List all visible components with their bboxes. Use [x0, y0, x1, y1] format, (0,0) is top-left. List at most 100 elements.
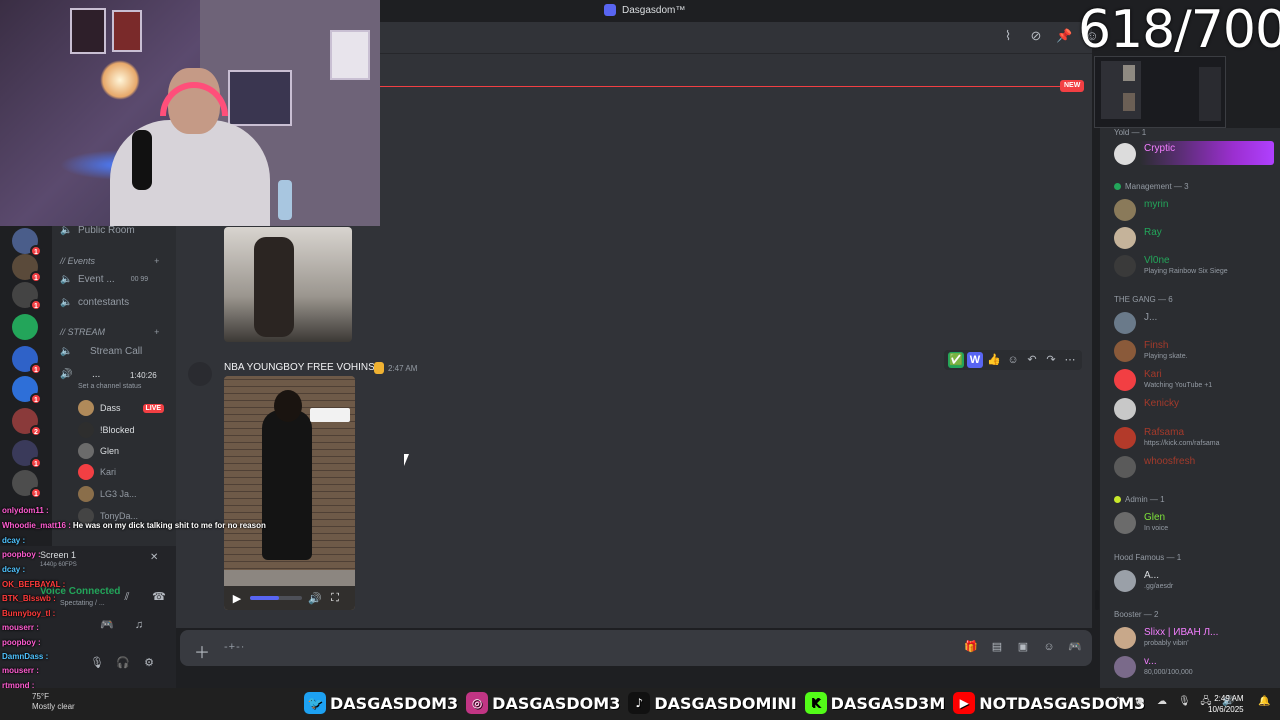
add-channel-icon[interactable]: +: [154, 327, 159, 337]
speaker-icon: 🔈: [60, 225, 73, 236]
server-icon[interactable]: [12, 314, 38, 340]
mic-tray-icon[interactable]: 🎙: [1178, 696, 1191, 708]
member-item[interactable]: v... 80,000/100,000: [1114, 656, 1193, 678]
noise-suppression-icon[interactable]: ⫽: [120, 590, 134, 604]
cloud-icon[interactable]: ☁: [1156, 696, 1168, 708]
message-author[interactable]: NBA YOUNGBOY FREE VOHINS: [224, 362, 375, 373]
notification-bell-icon[interactable]: 🔔: [1258, 696, 1270, 708]
apps-icon[interactable]: 🎮: [1068, 640, 1082, 654]
webcam-poster: [228, 70, 292, 126]
set-channel-status[interactable]: Set a channel status: [78, 383, 141, 390]
chevron-up-icon[interactable]: ⌃: [1112, 696, 1124, 708]
voice-user[interactable]: TonyDa...: [78, 508, 138, 524]
member-item[interactable]: Vl0ne Playing Rainbow Six Siege: [1114, 255, 1228, 277]
member-item[interactable]: Cryptic: [1114, 143, 1175, 165]
server-icon[interactable]: 1: [12, 254, 42, 283]
more-options-icon[interactable]: ⋯: [1062, 352, 1078, 368]
emoji-icon[interactable]: ☺: [1042, 640, 1056, 654]
previous-attachment-image[interactable]: [224, 227, 352, 342]
avatar[interactable]: [188, 362, 212, 386]
server-icon[interactable]: 1: [12, 440, 42, 469]
clock[interactable]: 2:49 AM 10/6/2025: [1208, 693, 1244, 715]
member-item[interactable]: A... .gg/aesdr: [1114, 570, 1173, 592]
group-label: Hood Famous — 1: [1114, 553, 1182, 562]
speaker-icon: 🔈: [60, 274, 73, 285]
composer-input[interactable]: -+-·: [224, 641, 245, 653]
member-item[interactable]: Kari Watching YouTube +1: [1114, 369, 1212, 391]
scrollbar[interactable]: [1095, 590, 1099, 610]
member-item[interactable]: Ray: [1114, 227, 1162, 249]
channel-public-room[interactable]: 🔈 Public Room: [60, 225, 135, 236]
member-item[interactable]: Finsh Playing skate.: [1114, 340, 1188, 362]
weather-widget[interactable]: 75°F Mostly clear: [32, 692, 75, 712]
voice-user[interactable]: Dass LIVE: [78, 400, 165, 416]
add-reaction-icon[interactable]: ☺: [1005, 352, 1021, 368]
mute-bell-icon[interactable]: ⊘: [1028, 28, 1044, 44]
reaction-w-button[interactable]: W: [967, 352, 983, 368]
video-attachment[interactable]: ▶ 🔊 ⛶: [224, 376, 355, 610]
voice-user[interactable]: !Blocked: [78, 422, 135, 438]
pin-icon[interactable]: 📌: [1056, 28, 1072, 44]
chrome-icon[interactable]: ◉: [1134, 696, 1146, 708]
threads-icon[interactable]: ⌇: [1000, 28, 1016, 44]
member-item[interactable]: whoosfresh: [1114, 456, 1195, 478]
disconnect-icon[interactable]: ☎: [152, 590, 166, 604]
avatar: [1114, 656, 1136, 678]
member-status: probably vibin': [1144, 640, 1189, 647]
server-icon[interactable]: 1: [12, 470, 42, 499]
mention-badge: 1: [30, 457, 42, 469]
member-item[interactable]: Glen In voice: [1114, 512, 1168, 534]
message-hover-actions: ✅ W 👍 ☺ ↶ ↷ ⋯: [944, 350, 1082, 370]
sticker-icon[interactable]: ▣: [1016, 640, 1030, 654]
soundboard-icon[interactable]: ♫: [132, 618, 146, 632]
server-icon[interactable]: 1: [12, 228, 42, 257]
message-composer[interactable]: ＋ -+-· 🎁 ▤ ▣ ☺ 🎮: [180, 630, 1092, 666]
member-group-header: Hood Famous — 1: [1114, 553, 1181, 562]
mention-badge: 1: [30, 299, 42, 311]
voice-user[interactable]: LG3 Ja...: [78, 486, 137, 502]
microphone-icon[interactable]: 🎙: [90, 656, 104, 670]
member-item[interactable]: Slixx | ИВАН Л... probably vibin': [1114, 627, 1218, 649]
channel-event[interactable]: 🔈 Event ... 00 99: [60, 274, 148, 285]
headphones-icon[interactable]: 🎧: [116, 656, 130, 670]
category-stream[interactable]: // STREAM +: [60, 327, 159, 337]
voice-user-name: Glen: [100, 446, 120, 456]
server-icon: [604, 4, 616, 16]
close-icon[interactable]: ✕: [150, 552, 158, 563]
reaction-thumbs-button[interactable]: 👍: [986, 352, 1002, 368]
forward-icon[interactable]: ↷: [1043, 352, 1059, 368]
server-icon[interactable]: 2: [12, 408, 42, 437]
instagram-icon: ◎: [466, 692, 489, 714]
gif-icon[interactable]: ▤: [990, 640, 1004, 654]
volume-icon[interactable]: 🔊: [308, 592, 322, 605]
reply-icon[interactable]: ↶: [1024, 352, 1040, 368]
channel-active-voice[interactable]: 🔊 ...: [60, 369, 100, 380]
play-icon[interactable]: ▶: [230, 592, 244, 605]
voice-connected-label[interactable]: Voice Connected: [40, 586, 120, 597]
screen: Dasgasdom™ ⌇ ⊘ 📌 ☺ NEW NBA YOUNGBOY FREE…: [0, 0, 1280, 720]
fullscreen-icon[interactable]: ⛶: [328, 592, 342, 605]
voice-user[interactable]: Glen: [78, 443, 119, 459]
role-dot-icon: [1114, 496, 1121, 503]
member-item[interactable]: Kenicky: [1114, 398, 1179, 420]
attach-plus-icon[interactable]: ＋: [194, 639, 210, 663]
mini-preview: [1094, 56, 1226, 128]
voice-user[interactable]: Kari: [78, 464, 116, 480]
server-icon[interactable]: 1: [12, 282, 42, 311]
member-item[interactable]: J...: [1114, 312, 1157, 334]
settings-gear-icon[interactable]: ⚙: [142, 656, 156, 670]
reaction-check-button[interactable]: ✅: [948, 352, 964, 368]
channel-contestants[interactable]: 🔈 contestants: [60, 297, 129, 308]
member-item[interactable]: Rafsama https://kick.com/rafsama: [1114, 427, 1219, 449]
member-item[interactable]: myrin: [1114, 199, 1168, 221]
add-channel-icon[interactable]: +: [154, 256, 159, 266]
category-events[interactable]: // Events +: [60, 256, 159, 266]
server-icon[interactable]: 1: [12, 346, 42, 375]
channel-stream-call[interactable]: 🔈 Stream Call: [60, 346, 142, 357]
video-progress[interactable]: [250, 596, 302, 600]
voice-user-name: Kari: [100, 467, 117, 477]
gift-icon[interactable]: 🎁: [964, 640, 978, 654]
server-icon[interactable]: 1: [12, 376, 42, 405]
activity-icon[interactable]: 🎮: [100, 618, 114, 632]
member-name: Slixx | ИВАН Л...: [1144, 627, 1219, 638]
